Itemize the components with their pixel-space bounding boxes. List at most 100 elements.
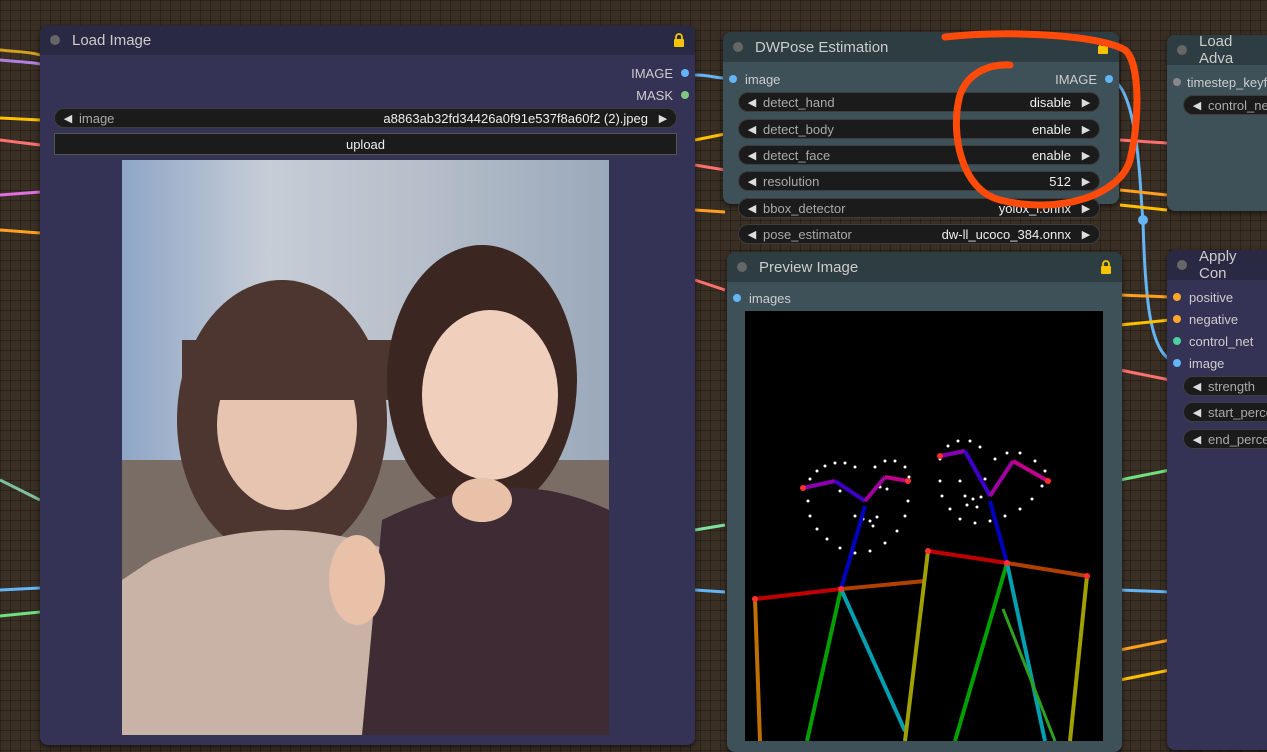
load-advanced-node[interactable]: Load Adva timestep_keyf ◀ control_ne [1167,35,1267,211]
widget-label: bbox_detector [763,200,846,216]
input-image-label: image [745,71,781,87]
widget-label: detect_body [763,121,834,137]
widget-control-net[interactable]: ◀ control_ne [1183,95,1267,115]
node-title: Load Image [72,31,152,49]
input-image[interactable]: image [1173,353,1224,373]
arrow-left-icon[interactable]: ◀ [1190,406,1204,419]
widget-value: disable [1029,94,1071,110]
lock-icon[interactable] [1097,40,1109,54]
collapse-dot[interactable] [733,42,743,52]
image-preview [122,160,609,735]
arrow-right-icon[interactable]: ▶ [1079,149,1093,162]
input-port[interactable] [1173,315,1181,323]
widget-label: control_ne [1208,97,1267,113]
widget-value: enable [1031,147,1071,163]
widget-pose-estimator[interactable]: ◀ pose_estimator dw-ll_ucoco_384.onnx ▶ [738,224,1100,244]
input-port[interactable] [1173,78,1181,86]
widget-strength[interactable]: ◀ strength [1183,376,1267,396]
widget-value: a8863ab32fd34426a0f91e537f8a60f2 (2).jpe… [383,110,648,126]
widget-label: resolution [763,173,820,189]
input-port[interactable] [1173,337,1181,345]
widget-label: image [79,110,115,126]
input-positive[interactable]: positive [1173,287,1233,307]
widget-detect-body[interactable]: ◀ detect_body enable ▶ [738,119,1100,139]
arrow-left-icon[interactable]: ◀ [745,175,759,188]
widget-label: detect_face [763,147,831,163]
widget-bbox-detector[interactable]: ◀ bbox_detector yolox_l.onnx ▶ [738,198,1100,218]
input-images-label: images [749,290,791,306]
widget-value: enable [1031,121,1071,137]
node-title: DWPose Estimation [755,38,889,56]
output-mask[interactable]: MASK [636,85,689,105]
input-images[interactable]: images [733,288,791,308]
arrow-right-icon[interactable]: ▶ [1079,175,1093,188]
input-port[interactable] [733,294,741,302]
output-image[interactable]: IMAGE [1055,69,1113,89]
widget-value: dw-ll_ucoco_384.onnx [941,226,1071,242]
collapse-dot[interactable] [50,35,60,45]
arrow-left-icon[interactable]: ◀ [1190,99,1204,112]
arrow-left-icon[interactable]: ◀ [1190,433,1204,446]
arrow-left-icon[interactable]: ◀ [745,123,759,136]
input-label: timestep_keyf [1187,74,1267,90]
output-image-label: IMAGE [1055,71,1097,87]
node-header[interactable]: Load Image [40,25,695,55]
arrow-left-icon[interactable]: ◀ [61,112,75,125]
arrow-left-icon[interactable]: ◀ [745,228,759,241]
node-header[interactable]: DWPose Estimation [723,32,1119,62]
dwpose-node[interactable]: DWPose Estimation image IMAGE ◀ detect_h… [723,32,1119,204]
lock-icon[interactable] [673,33,685,47]
widget-detect-hand[interactable]: ◀ detect_hand disable ▶ [738,92,1100,112]
collapse-dot[interactable] [737,262,747,272]
node-title: Apply Con [1199,250,1237,282]
pose-preview-image [745,311,1103,741]
input-label: image [1189,355,1225,371]
input-label: control_net [1189,333,1254,349]
widget-resolution[interactable]: ◀ resolution 512 ▶ [738,171,1100,191]
input-label: positive [1189,289,1234,305]
arrow-right-icon[interactable]: ▶ [1079,123,1093,136]
node-title: Preview Image [759,258,859,276]
arrow-left-icon[interactable]: ◀ [745,149,759,162]
arrow-left-icon[interactable]: ◀ [1190,380,1204,393]
input-control-net[interactable]: control_net [1173,331,1253,351]
input-image[interactable]: image [729,69,780,89]
output-image[interactable]: IMAGE [631,63,689,83]
arrow-right-icon[interactable]: ▶ [656,112,670,125]
output-port[interactable] [681,91,689,99]
arrow-left-icon[interactable]: ◀ [745,96,759,109]
lock-icon[interactable] [1100,260,1112,274]
output-port[interactable] [681,69,689,77]
node-header[interactable]: Apply Con [1167,250,1267,282]
output-image-label: IMAGE [631,65,673,81]
node-header[interactable]: Preview Image [727,252,1122,282]
preview-image-node[interactable]: Preview Image images [727,252,1122,752]
output-port[interactable] [1105,75,1113,83]
widget-value: yolox_l.onnx [998,200,1071,216]
widget-label: end_perce [1208,431,1267,447]
apply-controlnet-node[interactable]: Apply Con positive negative control_net … [1167,250,1267,750]
arrow-right-icon[interactable]: ▶ [1079,228,1093,241]
load-image-node[interactable]: Load Image IMAGE MASK ◀ image a8863ab32f… [40,25,695,745]
input-port[interactable] [1173,359,1181,367]
arrow-right-icon[interactable]: ▶ [1079,96,1093,109]
widget-end-percent[interactable]: ◀ end_perce [1183,429,1267,449]
widget-value: 512 [1049,173,1071,189]
input-timestep[interactable]: timestep_keyf [1173,72,1267,92]
upload-button[interactable]: upload [54,133,677,155]
input-port[interactable] [1173,293,1181,301]
widget-detect-face[interactable]: ◀ detect_face enable ▶ [738,145,1100,165]
arrow-right-icon[interactable]: ▶ [1079,202,1093,215]
arrow-left-icon[interactable]: ◀ [745,202,759,215]
node-header[interactable]: Load Adva [1167,35,1267,67]
widget-label: start_perce [1208,404,1267,420]
collapse-dot[interactable] [1177,45,1187,55]
image-select-widget[interactable]: ◀ image a8863ab32fd34426a0f91e537f8a60f2… [54,108,677,128]
input-port[interactable] [729,75,737,83]
widget-label: pose_estimator [763,226,852,242]
input-negative[interactable]: negative [1173,309,1238,329]
collapse-dot[interactable] [1177,260,1187,270]
input-label: negative [1189,311,1239,327]
node-title: Load Adva [1199,35,1234,67]
widget-start-percent[interactable]: ◀ start_perce [1183,402,1267,422]
